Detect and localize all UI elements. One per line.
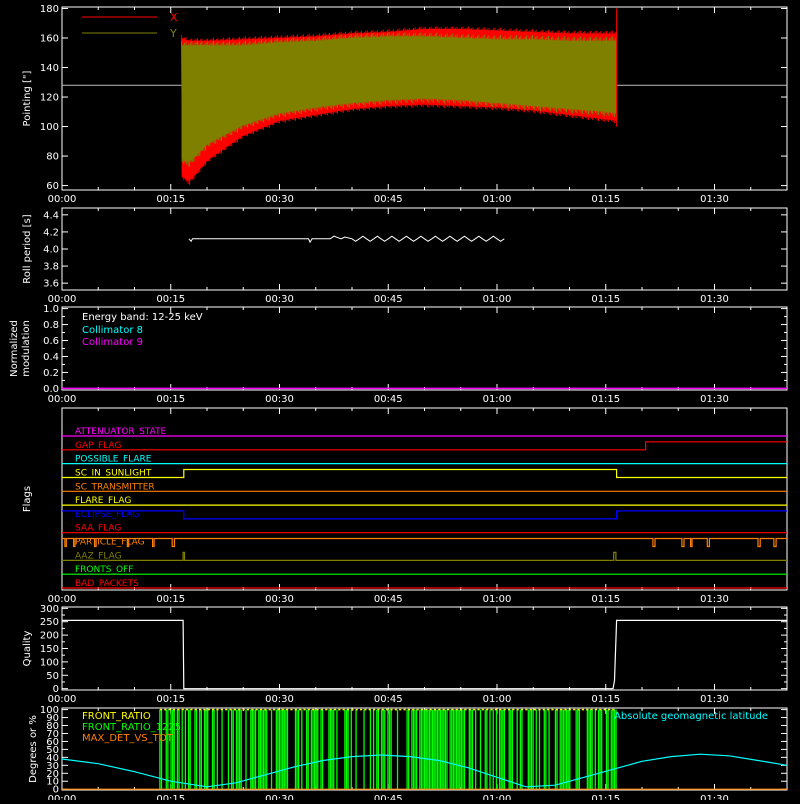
x-tick-label: 01:30 xyxy=(700,794,729,800)
x-tick-label: 01:30 xyxy=(700,194,729,205)
flag-label: GAP_FLAG xyxy=(75,441,121,451)
x-tick-label: 00:45 xyxy=(374,394,403,405)
legend-label: Absolute geomagnetic latitude xyxy=(614,711,768,722)
x-tick-label: 01:30 xyxy=(700,294,729,305)
y-axis-label: Normalizedmodulation xyxy=(9,320,32,377)
y-tick-label: 50 xyxy=(46,671,59,682)
x-tick-label: 00:00 xyxy=(48,694,77,705)
y-tick-label: 250 xyxy=(40,617,59,628)
y-tick-label: 120 xyxy=(40,93,59,104)
x-tick-label: 00:00 xyxy=(48,394,77,405)
y-tick-label: 3.8 xyxy=(43,262,59,273)
x-tick-label: 00:45 xyxy=(374,194,403,205)
y-axis-label: Degrees or % xyxy=(28,715,39,783)
x-tick-label: 00:15 xyxy=(156,694,185,705)
y-axis-label: Roll period [s] xyxy=(22,214,33,283)
x-tick-label: 00:00 xyxy=(48,194,77,205)
x-tick-label: 00:30 xyxy=(265,394,294,405)
y-tick-label: 0.8 xyxy=(43,320,59,331)
y-tick-label: 0 xyxy=(53,684,59,695)
y-tick-label: 150 xyxy=(40,644,59,655)
y-tick-label: 0.6 xyxy=(43,336,59,347)
y-axis-label: Pointing ["] xyxy=(22,70,33,126)
x-tick-label: 00:30 xyxy=(265,594,294,605)
legend-label: Y xyxy=(169,27,177,40)
x-tick-label: 00:45 xyxy=(374,594,403,605)
x-tick-label: 01:15 xyxy=(591,394,620,405)
y-tick-label: 4.2 xyxy=(43,227,59,238)
flag-label: SC_IN_SUNLIGHT xyxy=(75,468,152,478)
x-tick-label: 01:15 xyxy=(591,194,620,205)
flag-label: ECLIPSE_FLAG xyxy=(75,510,139,520)
legend-label: FRONT_RATIO_1225 xyxy=(82,722,181,733)
y-tick-label: 60 xyxy=(46,181,59,192)
x-tick-label: 00:15 xyxy=(156,794,185,800)
y-tick-label: 1.0 xyxy=(43,304,59,315)
flag-label: FRONTS_OFF xyxy=(75,565,133,575)
flag-label: SAA_FLAG xyxy=(75,524,121,534)
y-tick-label: 4.4 xyxy=(43,210,59,221)
flag-label: POSSIBLE_FLARE xyxy=(75,455,152,465)
y-tick-label: 3.6 xyxy=(43,279,59,290)
y-tick-label: 300 xyxy=(40,604,59,615)
x-tick-label: 00:15 xyxy=(156,394,185,405)
x-tick-label: 01:00 xyxy=(483,294,512,305)
x-tick-label: 00:15 xyxy=(156,194,185,205)
x-tick-label: 00:30 xyxy=(265,694,294,705)
x-tick-label: 01:00 xyxy=(483,194,512,205)
observation-summary-plot: 00:00 00:15 00:30 00:45 01:00 01:15 01:30 60 80 1… xyxy=(0,0,800,804)
plot-canvas: 00:00 00:15 00:30 00:45 01:00 01:15 01:30 60 80 1… xyxy=(0,0,800,804)
y-tick-label: 140 xyxy=(40,63,59,74)
y-tick-label: 0.0 xyxy=(43,384,59,395)
x-tick-label: 00:45 xyxy=(374,694,403,705)
x-tick-label: 01:15 xyxy=(591,594,620,605)
x-tick-label: 01:00 xyxy=(483,594,512,605)
x-tick-label: 00:45 xyxy=(374,794,403,800)
y-tick-label: 180 xyxy=(40,4,59,15)
x-tick-label: 01:00 xyxy=(483,394,512,405)
x-tick-label: 01:30 xyxy=(700,694,729,705)
x-tick-label: 00:30 xyxy=(265,294,294,305)
flag-label: BAD_PACKETS xyxy=(75,579,139,589)
legend-label: Collimator 9 xyxy=(82,337,143,348)
energy-band-annotation: Energy band: 12-25 keV xyxy=(82,312,203,323)
legend-label: FRONT_RATIO xyxy=(82,711,151,722)
y-axis-label: Flags xyxy=(22,486,33,512)
y-tick-label: 100 xyxy=(40,657,59,668)
y-tick-label: 4.0 xyxy=(43,245,59,256)
x-tick-label: 00:30 xyxy=(265,194,294,205)
flag-label: AAZ_FLAG xyxy=(75,551,122,561)
legend-label: X xyxy=(170,11,178,24)
x-tick-label: 01:15 xyxy=(591,694,620,705)
flag-label: PARTICLE_FLAG xyxy=(75,538,145,548)
x-tick-label: 01:15 xyxy=(591,794,620,800)
y-tick-label: 80 xyxy=(46,152,59,163)
y-tick-label: 200 xyxy=(40,631,59,642)
y-tick-label: 100 xyxy=(40,122,59,133)
y-tick-label: 0.4 xyxy=(43,352,59,363)
x-tick-label: 00:45 xyxy=(374,294,403,305)
x-tick-label: 01:00 xyxy=(483,794,512,800)
x-tick-label: 01:15 xyxy=(591,294,620,305)
flag-label: SC_TRANSMITTER xyxy=(75,482,155,492)
x-tick-label: 01:30 xyxy=(700,594,729,605)
legend-label: Collimator 8 xyxy=(82,325,143,336)
x-tick-label: 01:00 xyxy=(483,694,512,705)
y-axis-label: Quality xyxy=(22,631,33,667)
x-tick-label: 00:15 xyxy=(156,294,185,305)
y-tick-label: 0.2 xyxy=(43,368,59,379)
y-tick-label: 160 xyxy=(40,33,59,44)
y-tick-label: 100 xyxy=(40,705,59,716)
x-tick-label: 00:15 xyxy=(156,594,185,605)
x-tick-label: 01:30 xyxy=(700,394,729,405)
flag-label: FLARE_FLAG xyxy=(75,496,131,506)
x-tick-label: 00:30 xyxy=(265,794,294,800)
legend-label: MAX_DET_VS_TOT xyxy=(82,733,174,744)
flag-label: ATTENUATOR_STATE xyxy=(75,427,167,437)
